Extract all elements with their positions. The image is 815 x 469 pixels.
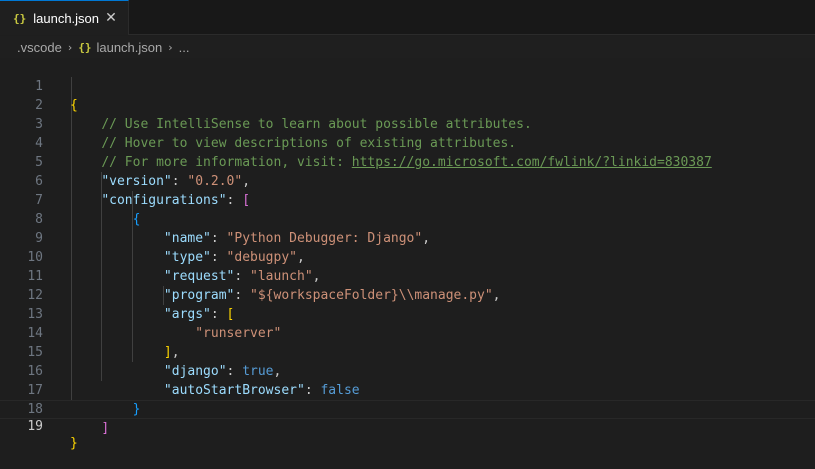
breadcrumb: .vscode › {} launch.json › ... [0,36,815,58]
code-line: 9 "type": "debugpy", [0,210,815,265]
code-line: 15 "django": true, [0,324,815,379]
code-line: 3 // Hover to view descriptions of exist… [0,96,815,151]
code-editor[interactable]: 1 { 2 // Use IntelliSense to learn about… [0,58,815,451]
code-line: 1 { [0,58,815,113]
code-line: 16 "autoStartBrowser": false [0,343,815,398]
code-line: 12 "args": [ [0,267,815,322]
code-line: 6 "configurations": [ [0,153,815,208]
tab-launch-json[interactable]: {} launch.json ✕ [0,0,129,35]
chevron-right-icon: › [67,40,73,54]
code-line: 7 { [0,172,815,227]
code-line: 11 "program": "${workspaceFolder}\\manag… [0,248,815,303]
code-line: 18 ] [0,381,815,436]
code-line: 13 "runserver" [0,286,815,341]
tab-label: launch.json [33,10,100,26]
code-line: 14 ], [0,305,815,360]
line-number: 19 [27,419,43,434]
chevron-right-icon: › [168,40,173,54]
breadcrumb-more[interactable]: ... [179,40,190,55]
code-line-current: 19 } [0,400,815,451]
code-line: 4 // For more information, visit: https:… [0,115,815,170]
code-line: 10 "request": "launch", [0,229,815,284]
breadcrumb-folder[interactable]: .vscode [17,40,62,55]
tab-bar: {} launch.json ✕ [0,0,815,35]
code-line: 8 "name": "Python Debugger: Django", [0,191,815,246]
code-line: 5 "version": "0.2.0", [0,134,815,189]
code-line: 17 } [0,362,815,417]
code-line: 2 // Use IntelliSense to learn about pos… [0,77,815,132]
breadcrumb-file[interactable]: launch.json [96,40,162,55]
close-icon[interactable]: ✕ [103,10,119,26]
json-file-icon: {} [13,11,27,25]
json-file-icon: {} [78,40,92,54]
